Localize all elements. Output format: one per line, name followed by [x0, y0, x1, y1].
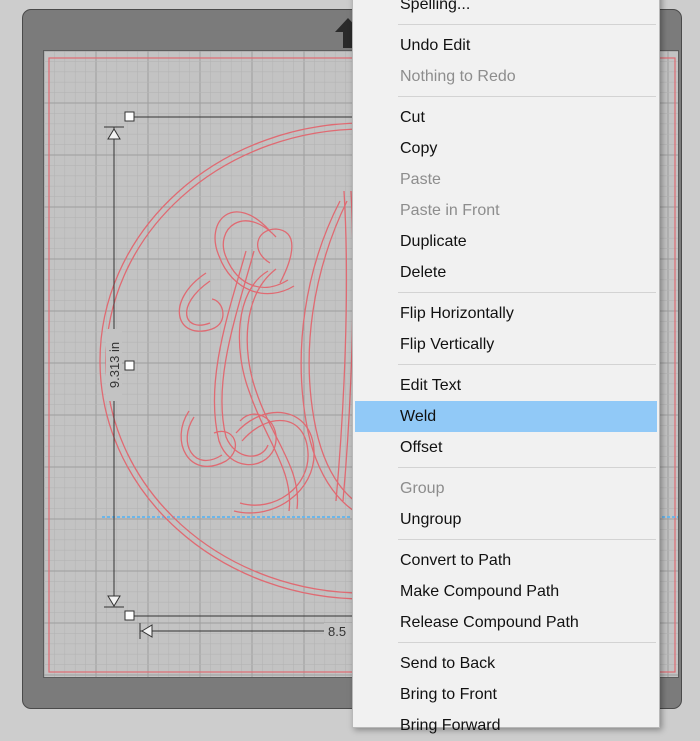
- menu-separator: [398, 539, 656, 540]
- height-dimension-label: 9.313 in: [107, 342, 122, 388]
- menu-item-flip-vertically[interactable]: Flip Vertically: [353, 329, 659, 360]
- menu-separator: [398, 642, 656, 643]
- resize-handle-middle[interactable]: [124, 360, 135, 371]
- width-dimension-label: 8.5: [328, 624, 346, 639]
- menu-separator: [398, 364, 656, 365]
- menu-separator: [398, 467, 656, 468]
- menu-separator: [398, 24, 656, 25]
- menu-item-send-to-back[interactable]: Send to Back: [353, 648, 659, 679]
- menu-item-ungroup[interactable]: Ungroup: [353, 504, 659, 535]
- menu-item-flip-horizontally[interactable]: Flip Horizontally: [353, 298, 659, 329]
- menu-item-bring-to-front[interactable]: Bring to Front: [353, 679, 659, 710]
- menu-item-cut[interactable]: Cut: [353, 102, 659, 133]
- menu-item-spelling[interactable]: Spelling...: [353, 0, 659, 20]
- menu-item-duplicate[interactable]: Duplicate: [353, 226, 659, 257]
- menu-item-edit-text[interactable]: Edit Text: [353, 370, 659, 401]
- menu-item-group: Group: [400, 480, 445, 497]
- menu-item-delete[interactable]: Delete: [353, 257, 659, 288]
- menu-item-convert-to-path[interactable]: Convert to Path: [353, 545, 659, 576]
- menu-item-paste: Paste: [400, 171, 441, 188]
- menu-separator: [398, 292, 656, 293]
- menu-item-offset[interactable]: Offset: [353, 432, 659, 463]
- menu-separator: [398, 96, 656, 97]
- context-menu: Spelling... Undo Edit Nothing to Redo Cut Co…: [352, 0, 660, 734]
- menu-item-nothing-to-redo: Nothing to Redo: [400, 68, 516, 85]
- menu-item-undo-edit[interactable]: Undo Edit: [353, 30, 659, 61]
- menu-item-release-compound-path[interactable]: Release Compound Path: [353, 607, 659, 638]
- menu-item-bring-forward[interactable]: Bring Forward: [353, 710, 659, 741]
- menu-item-make-compound-path[interactable]: Make Compound Path: [353, 576, 659, 607]
- resize-handle-bottom[interactable]: [124, 610, 135, 621]
- menu-item-paste-in-front: Paste in Front: [400, 202, 500, 219]
- resize-handle-top[interactable]: [124, 111, 135, 122]
- menu-item-copy[interactable]: Copy: [353, 133, 659, 164]
- menu-item-weld[interactable]: Weld: [355, 401, 657, 432]
